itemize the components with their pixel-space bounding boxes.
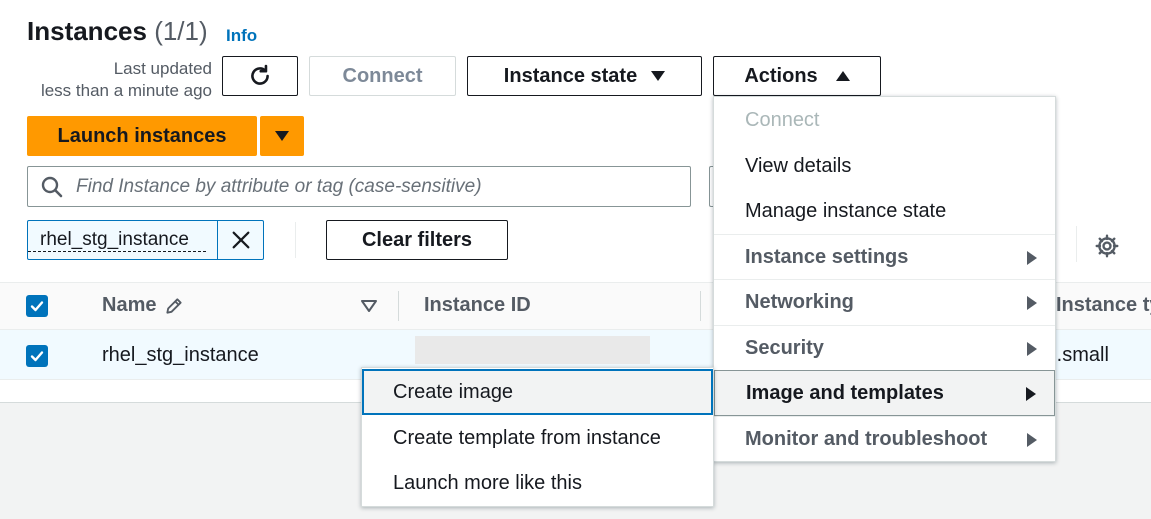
refresh-button[interactable] (222, 56, 298, 96)
clear-filters-button[interactable]: Clear filters (326, 220, 508, 260)
launch-instances-button[interactable]: Launch instances (27, 116, 257, 156)
caret-down-icon (651, 71, 666, 81)
chevron-right-icon (1027, 433, 1037, 447)
menu-item-label: Instance settings (745, 246, 909, 268)
chevron-right-icon (1027, 251, 1037, 265)
gear-icon[interactable] (1094, 233, 1120, 259)
page-title: Instances (1/1) (27, 16, 208, 47)
row-checkbox[interactable] (26, 345, 48, 367)
menu-item-label: Image and templates (746, 381, 944, 404)
page-title-text: Instances (27, 16, 147, 46)
settings-divider (1076, 226, 1077, 262)
filter-token-label[interactable]: rhel_stg_instance (28, 229, 206, 252)
caret-down-icon (275, 131, 289, 141)
check-icon (30, 301, 44, 312)
connect-button[interactable]: Connect (309, 56, 456, 96)
launch-options-button[interactable] (260, 116, 304, 156)
chevron-right-icon (1027, 296, 1037, 310)
menu-item-label: Networking (745, 291, 854, 313)
actions-button[interactable]: Actions (713, 56, 881, 96)
instance-state-label: Instance state (503, 64, 638, 87)
menu-item-connect: Connect (745, 108, 820, 131)
menu-item-instance-settings[interactable]: Instance settings (714, 234, 1055, 280)
menu-item-security[interactable]: Security (714, 325, 1055, 371)
info-link[interactable]: Info (226, 26, 257, 46)
check-icon (30, 351, 44, 362)
close-icon (232, 231, 249, 249)
menu-item-label: Monitor and troubleshoot (745, 428, 988, 450)
instance-state-button[interactable]: Instance state (467, 56, 702, 96)
column-divider[interactable] (398, 291, 399, 321)
instance-name-cell: rhel_stg_instance (102, 344, 259, 366)
edit-icon (166, 297, 183, 314)
chevron-right-icon (1027, 342, 1037, 356)
column-header-instance-id[interactable]: Instance ID (424, 294, 531, 317)
submenu-item-create-image[interactable]: Create image (362, 369, 713, 415)
select-all-checkbox[interactable] (26, 295, 48, 317)
submenu-item-launch-more[interactable]: Launch more like this (362, 460, 713, 506)
menu-item-label: Security (745, 337, 824, 359)
last-updated-line1: Last updated (113, 59, 212, 78)
instance-count: (1/1) (154, 16, 208, 46)
filter-token: rhel_stg_instance (27, 220, 264, 260)
image-templates-submenu: Create image Create template from instan… (361, 367, 714, 507)
menu-item-image-and-templates[interactable]: Image and templates (714, 370, 1055, 416)
last-updated-line2: less than a minute ago (40, 81, 212, 100)
last-updated: Last updated less than a minute ago (26, 58, 212, 102)
menu-item-monitor-and-troubleshoot[interactable]: Monitor and troubleshoot (714, 416, 1055, 462)
remove-filter-button[interactable] (217, 221, 263, 259)
search-icon (41, 176, 63, 197)
actions-menu: Connect View details Manage instance sta… (713, 96, 1056, 462)
column-header-name[interactable]: Name (102, 294, 184, 317)
submenu-item-create-template[interactable]: Create template from instance (362, 415, 713, 461)
actions-label: Actions (744, 64, 818, 87)
menu-item-view-details[interactable]: View details (714, 143, 1055, 189)
filter-divider (295, 222, 296, 258)
refresh-icon (251, 64, 269, 85)
column-name-label: Name (102, 294, 157, 316)
menu-item-manage-instance-state[interactable]: Manage instance state (714, 188, 1055, 234)
instance-id-redacted (415, 336, 650, 364)
sort-icon[interactable] (360, 298, 378, 314)
menu-item-networking[interactable]: Networking (714, 279, 1055, 325)
search-box[interactable] (27, 166, 691, 207)
column-divider[interactable] (700, 291, 701, 321)
search-input[interactable] (76, 175, 676, 198)
chevron-right-icon (1026, 387, 1036, 401)
caret-up-icon (835, 71, 850, 81)
column-header-instance-type[interactable]: Instance ty (1056, 294, 1151, 317)
